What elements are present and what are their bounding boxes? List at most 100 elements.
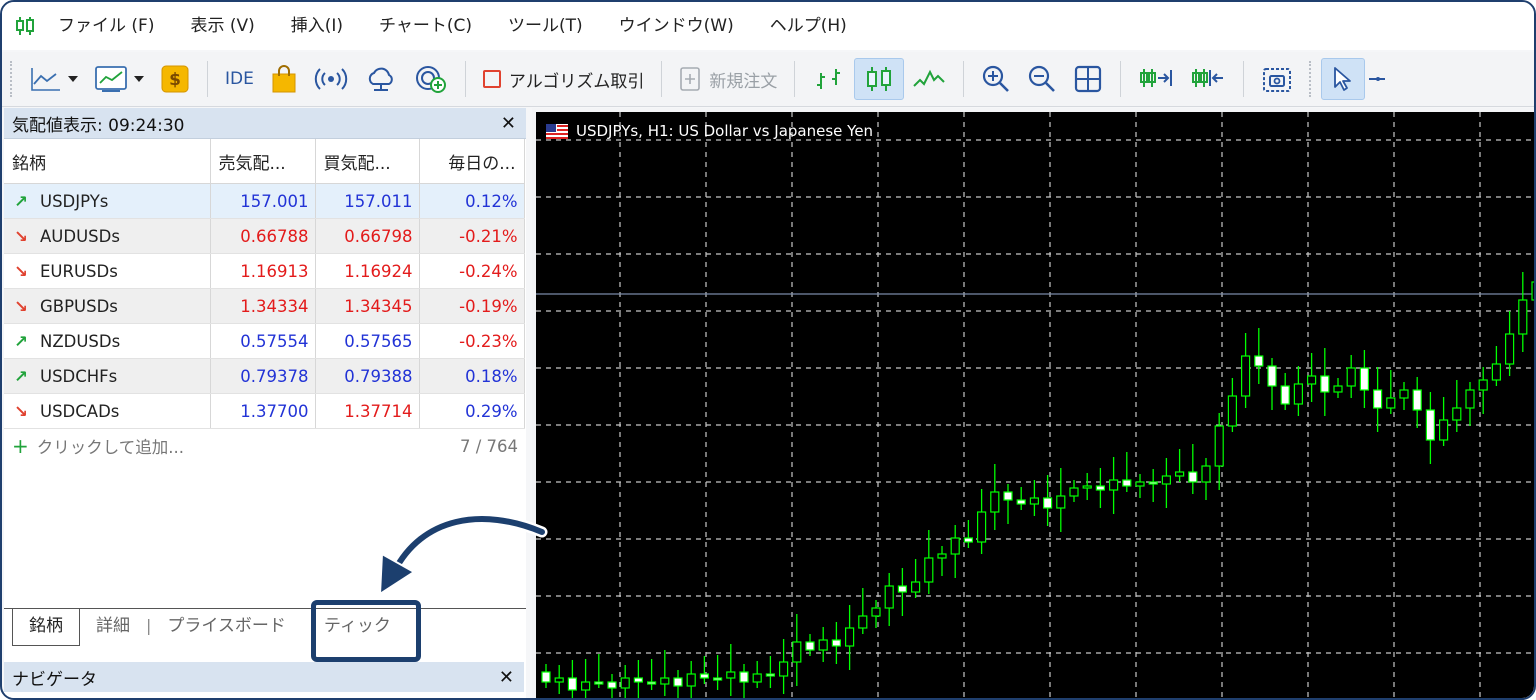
candle-body: [1306, 375, 1317, 385]
column-header-ask[interactable]: 買気配...: [315, 139, 420, 184]
navigator-title: ナビゲータ: [12, 669, 97, 690]
tab-symbols[interactable]: 銘柄: [12, 609, 80, 646]
table-row[interactable]: ↘ AUDUSDs 0.66788 0.66798 -0.21%: [4, 218, 525, 254]
cursor-arrow-icon: [1334, 67, 1352, 91]
tab-price-board[interactable]: プライスボード: [151, 609, 302, 645]
toolbar-grip[interactable]: [1309, 61, 1315, 97]
signals-button[interactable]: [306, 59, 356, 99]
vps-button[interactable]: [356, 59, 406, 99]
candle-body: [1227, 395, 1238, 427]
close-icon[interactable]: ✕: [499, 667, 514, 688]
close-icon[interactable]: ✕: [501, 113, 516, 134]
new-order-button[interactable]: 新規注文: [671, 59, 785, 99]
indicators-button[interactable]: [22, 59, 86, 99]
bid-cell: 0.57554: [210, 323, 316, 359]
annotation-arrow: [378, 513, 548, 596]
candle-body: [1267, 365, 1277, 387]
symbol-label: AUDUSDs: [40, 226, 120, 246]
templates-button[interactable]: [86, 59, 152, 99]
zoom-out-button[interactable]: [1019, 59, 1065, 99]
candle-body: [1280, 385, 1290, 405]
column-header-symbol[interactable]: 銘柄: [4, 139, 211, 184]
table-row[interactable]: ↗ USDCHFs 0.79378 0.79388 0.18%: [4, 358, 525, 394]
toolbar-grip[interactable]: [10, 61, 16, 97]
symbol-cell: ↗ USDCHFs: [4, 358, 211, 394]
candle-body: [1135, 481, 1145, 487]
toolbar-separator: [661, 61, 663, 97]
candle-body: [1412, 389, 1422, 411]
bar-chart-button[interactable]: [804, 59, 854, 99]
navigator-header: ナビゲータ ✕: [4, 662, 524, 692]
add-symbol-label: クリックして追加...: [36, 438, 185, 457]
candlestick-chart-button[interactable]: [854, 58, 905, 100]
line-chart-button[interactable]: [904, 59, 954, 99]
column-header-bid[interactable]: 売気配...: [210, 139, 316, 184]
column-header-daily-change[interactable]: 毎日の...: [419, 139, 525, 184]
candle-body: [765, 673, 775, 677]
symbol-label: USDCHFs: [40, 366, 118, 386]
market-button[interactable]: [262, 59, 306, 99]
community-button[interactable]: [406, 59, 456, 99]
toolbar-separator: [963, 61, 965, 97]
candle-body: [1108, 479, 1119, 491]
chart-shift-button[interactable]: [1182, 59, 1234, 99]
daily-change-cell: -0.21%: [419, 218, 525, 254]
menu-insert[interactable]: 挿入(I): [281, 2, 369, 50]
tile-windows-button[interactable]: [1065, 59, 1111, 99]
camera-icon: [1263, 68, 1292, 92]
candle-body: [594, 681, 604, 685]
candle-body: [858, 615, 868, 629]
table-row[interactable]: ↘ GBPUSDs 1.34334 1.34345 -0.19%: [4, 288, 525, 324]
daily-change-cell: -0.24%: [419, 253, 525, 289]
arrow-down-icon: ↘: [14, 401, 28, 421]
candle-body: [1478, 379, 1488, 391]
candlestick-chart[interactable]: [536, 112, 1534, 698]
candle-body: [911, 581, 921, 593]
menu-window[interactable]: ウインドウ(W): [609, 2, 760, 50]
ask-cell: 157.011: [315, 183, 420, 219]
menu-view[interactable]: 表示 (V): [180, 2, 280, 50]
candle-body: [726, 671, 736, 679]
screenshot-button[interactable]: [1253, 59, 1301, 99]
table-row[interactable]: ↘ EURUSDs 1.16913 1.16924 -0.24%: [4, 253, 525, 289]
candle-body: [963, 537, 973, 543]
candle-body: [792, 641, 802, 663]
chart-canvas[interactable]: USDJPYs, H1: US Dollar vs Japanese Yen: [536, 112, 1534, 698]
table-row[interactable]: ↗ NZDUSDs 0.57554 0.57565 -0.23%: [4, 323, 525, 359]
candle-body: [554, 677, 564, 683]
daily-change-cell: 0.29%: [419, 393, 525, 429]
ask-cell: 1.16924: [315, 253, 420, 289]
candle-body: [713, 677, 723, 681]
candle-body: [673, 677, 683, 687]
menu-help[interactable]: ヘルプ(H): [760, 2, 873, 50]
daily-change-cell: -0.19%: [419, 288, 525, 324]
crosshair-button[interactable]: [1365, 59, 1386, 99]
ide-button[interactable]: IDE: [217, 59, 262, 99]
add-symbol-button[interactable]: + クリックして追加...: [12, 434, 184, 458]
symbol-cell: ↘ GBPUSDs: [4, 288, 211, 324]
add-symbol-row[interactable]: + クリックして追加... 7 / 764: [4, 429, 526, 463]
candle-body: [1122, 479, 1132, 487]
table-row[interactable]: ↘ USDCADs 1.37700 1.37714 0.29%: [4, 393, 525, 429]
cursor-button[interactable]: [1321, 58, 1366, 100]
symbol-label: USDJPYs: [40, 191, 109, 211]
candle-body: [1293, 383, 1304, 405]
scroll-end-button[interactable]: [1130, 59, 1182, 99]
candle-body: [686, 673, 696, 687]
symbol-label: NZDUSDs: [40, 331, 121, 351]
menu-file[interactable]: ファイル (F): [48, 2, 180, 50]
candle-body: [1320, 375, 1330, 393]
tab-details[interactable]: 詳細: [80, 609, 146, 645]
menu-chart[interactable]: チャート(C): [369, 2, 498, 50]
candle-body: [1399, 389, 1409, 399]
deposit-button[interactable]: $: [152, 59, 198, 99]
candle-body: [1372, 389, 1383, 409]
zoom-in-button[interactable]: [973, 59, 1019, 99]
table-row[interactable]: ↗ USDJPYs 157.001 157.011 0.12%: [4, 183, 525, 219]
market-watch-title: 気配値表示: 09:24:30: [12, 115, 185, 136]
toolbar: $ IDE アルゴリズム取引 新規注文: [2, 52, 1534, 107]
candle-body: [805, 641, 815, 651]
highlight-box: [311, 600, 421, 662]
menu-tools[interactable]: ツール(T): [498, 2, 609, 50]
algo-trading-button[interactable]: アルゴリズム取引: [475, 59, 653, 99]
